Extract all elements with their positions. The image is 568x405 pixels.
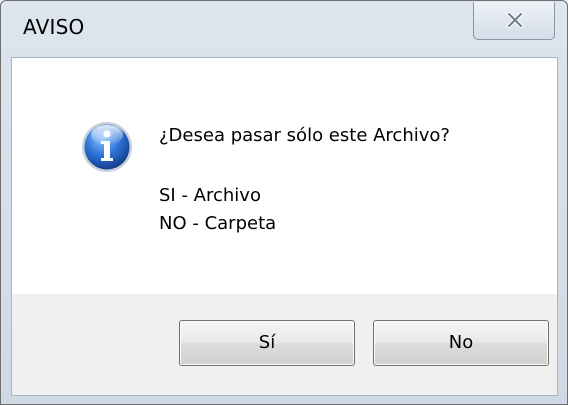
close-button[interactable]: [473, 2, 555, 40]
title-bar[interactable]: AVISO: [1, 1, 567, 57]
message-option-si: SI - Archivo: [159, 185, 261, 206]
no-button[interactable]: No: [373, 320, 549, 366]
message-area: ¿Desea pasar sólo este Archivo? SI - Arc…: [12, 58, 557, 294]
dialog-body: ¿Desea pasar sólo este Archivo? SI - Arc…: [11, 57, 558, 396]
yes-button[interactable]: Sí: [179, 320, 355, 366]
message-question: ¿Desea pasar sólo este Archivo?: [159, 125, 450, 146]
dialog-window: AVISO ¿Desea pasar sólo este Archivo? SI…: [0, 0, 568, 405]
message-option-no: NO - Carpeta: [159, 213, 277, 234]
info-icon: [82, 122, 132, 172]
window-title: AVISO: [23, 15, 85, 39]
close-icon: [507, 12, 523, 28]
